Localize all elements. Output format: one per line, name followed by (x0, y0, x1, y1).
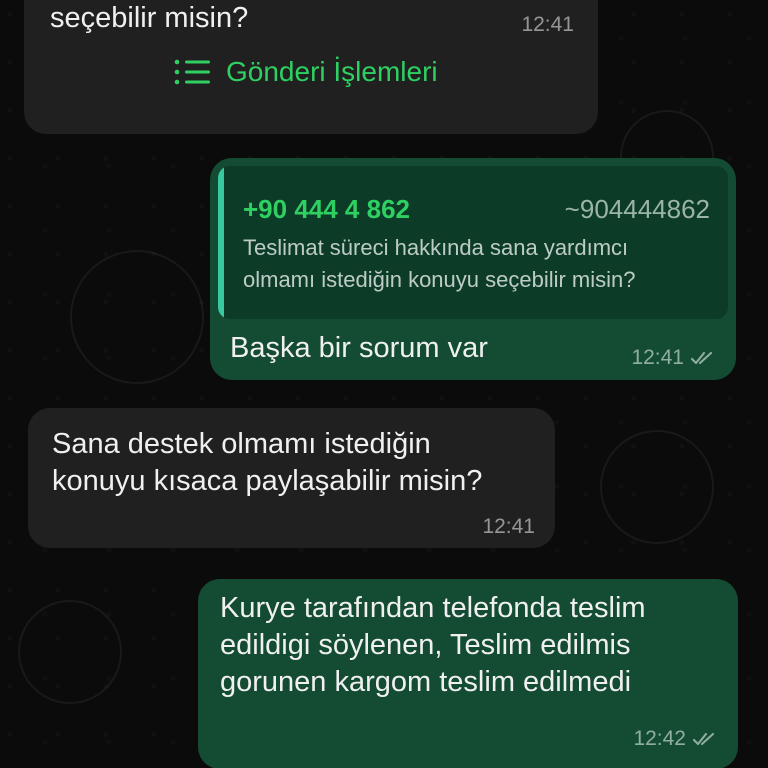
message-meta: 12:41 (521, 13, 574, 37)
message-meta: 12:41 (482, 515, 535, 539)
quoted-message[interactable]: +90 444 4 862 ~904444862 Teslimat süreci… (218, 166, 728, 319)
message-time: 12:41 (631, 346, 684, 369)
message-text: Kurye tarafından telefonda teslim edildi… (220, 592, 646, 698)
wallpaper-circle-doodle (18, 600, 122, 704)
message-meta: 12:41 (631, 346, 718, 370)
chat-view[interactable]: seçebilir misin? 12:41 Gönderi İşlemleri… (0, 0, 768, 768)
message-text: Başka bir sorum var (230, 332, 488, 364)
outgoing-message-bubble[interactable]: +90 444 4 862 ~904444862 Teslimat süreci… (210, 158, 736, 380)
list-icon (174, 59, 210, 85)
incoming-message-bubble[interactable]: seçebilir misin? 12:41 Gönderi İşlemleri (24, 0, 598, 134)
wallpaper-circle-doodle (70, 250, 204, 384)
double-check-icon (690, 351, 713, 365)
quoted-text: Teslimat süreci hakkında sana yardımcı o… (243, 235, 636, 292)
quoted-author: +90 444 4 862 (243, 194, 410, 224)
message-time: 12:42 (633, 727, 686, 750)
message-time: 12:41 (482, 515, 535, 538)
quoted-phone: ~904444862 (564, 194, 710, 224)
incoming-message-bubble[interactable]: Sana destek olmamı istediğin konuyu kısa… (28, 408, 555, 548)
message-text: Sana destek olmamı istediğin konuyu kısa… (52, 428, 483, 497)
message-text: seçebilir misin? (50, 2, 249, 34)
outgoing-message-bubble[interactable]: Kurye tarafından telefonda teslim edildi… (198, 579, 738, 768)
message-time: 12:41 (521, 13, 574, 36)
quote-accent-bar (218, 166, 224, 319)
wallpaper-circle-doodle (600, 430, 714, 544)
message-meta: 12:42 (633, 727, 720, 751)
shipment-actions-label: Gönderi İşlemleri (226, 56, 438, 87)
shipment-actions-button[interactable]: Gönderi İşlemleri (174, 56, 438, 88)
double-check-icon (692, 732, 715, 746)
